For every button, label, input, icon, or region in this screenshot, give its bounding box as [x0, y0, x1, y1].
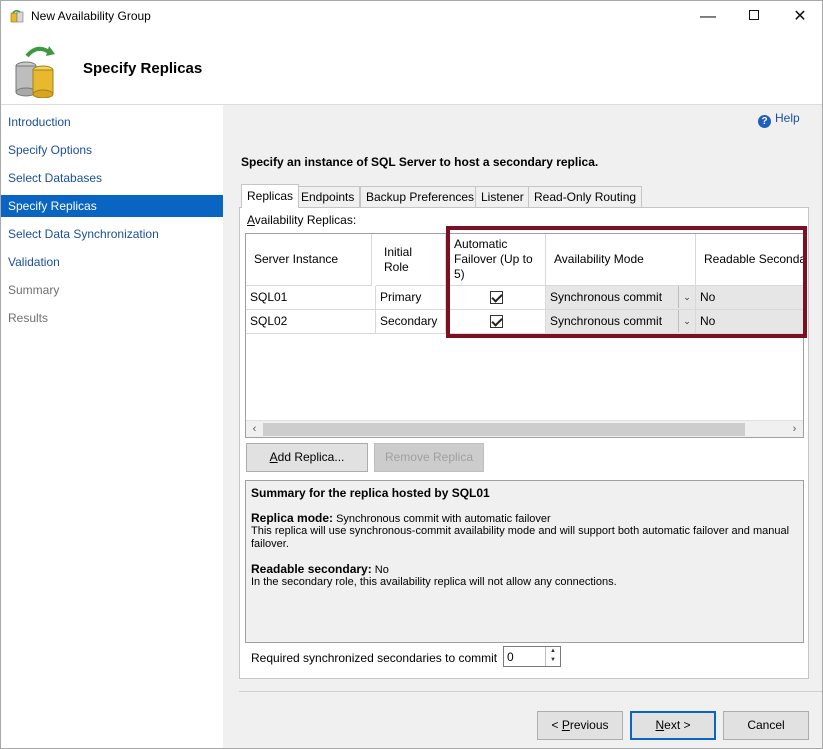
remove-replica-button: Remove Replica	[374, 443, 484, 472]
maximize-icon	[749, 10, 759, 21]
scroll-right-icon[interactable]: ›	[786, 421, 803, 437]
summary-title: Summary for the replica hosted by SQL01	[251, 486, 490, 500]
tab-listener[interactable]: Listener	[475, 186, 530, 207]
sidebar-item-validation[interactable]: Validation	[1, 251, 223, 273]
failover-checkbox[interactable]	[490, 291, 503, 304]
database-icon	[15, 46, 55, 98]
tab-replicas[interactable]: Replicas	[241, 184, 300, 208]
readable-secondary-line: Readable secondary: No	[251, 562, 389, 577]
cell-initial-role[interactable]: Secondary	[376, 310, 446, 334]
sidebar-item-results: Results	[8, 311, 49, 325]
readable-secondary-select[interactable]: No	[696, 310, 803, 334]
dialog-window: New Availability Group — ✕ Specify Repli…	[0, 0, 823, 749]
close-button[interactable]: ✕	[777, 1, 822, 32]
tab-endpoints[interactable]: Endpoints	[295, 186, 361, 207]
cell-initial-role[interactable]: Primary	[376, 286, 446, 310]
help-icon: ?	[758, 115, 771, 128]
minimize-button[interactable]: —	[685, 1, 731, 32]
title-bar[interactable]: New Availability Group — ✕	[1, 1, 822, 32]
cell-server-instance[interactable]: SQL01	[246, 286, 376, 310]
availability-mode-select[interactable]: Synchronous commit ⌄	[546, 310, 696, 334]
help-label: Help	[775, 111, 800, 125]
failover-checkbox[interactable]	[490, 315, 503, 328]
replica-mode-line: Replica mode: Synchronous commit with au…	[251, 511, 551, 526]
replica-mode-description: This replica will use synchronous-commit…	[251, 525, 790, 550]
sidebar-item-specify-replicas[interactable]: Specify Replicas	[1, 195, 223, 217]
sidebar-item-specify-options[interactable]: Specify Options	[1, 139, 223, 161]
previous-button[interactable]: < Previous	[537, 711, 623, 740]
stepper-buttons[interactable]: ▲ ▼	[545, 647, 560, 666]
chevron-down-icon[interactable]: ⌄	[678, 310, 695, 332]
next-button[interactable]: Next >	[630, 711, 716, 740]
replica-summary-panel: Summary for the replica hosted by SQL01 …	[245, 480, 804, 643]
add-replica-button[interactable]: Add Replica...	[246, 443, 368, 472]
replicas-grid[interactable]: Server Instance Initial Role Automatic F…	[245, 233, 804, 438]
maximize-button[interactable]	[731, 1, 777, 32]
scroll-left-icon[interactable]: ‹	[246, 421, 263, 437]
availability-mode-select[interactable]: Synchronous commit ⌄	[546, 286, 696, 310]
wizard-sidebar: Introduction Specify Options Select Data…	[1, 105, 223, 748]
cancel-button[interactable]: Cancel	[723, 711, 809, 740]
help-link[interactable]: ? Help	[758, 111, 800, 128]
header-initial-role[interactable]: Initial Role	[376, 234, 446, 286]
arrow-down-icon[interactable]: ▼	[546, 656, 560, 665]
sidebar-item-introduction[interactable]: Introduction	[1, 111, 223, 133]
page-title: Specify Replicas	[83, 60, 203, 77]
header-automatic-failover[interactable]: Automatic Failover (Up to 5)	[446, 234, 546, 286]
sidebar-item-select-databases[interactable]: Select Databases	[1, 167, 223, 189]
required-sync-value[interactable]: 0	[507, 650, 514, 664]
header-server-instance[interactable]: Server Instance	[246, 234, 372, 286]
availability-replicas-label: Availability Replicas:	[247, 213, 357, 227]
availability-mode-value: Synchronous commit	[550, 290, 663, 304]
horizontal-scrollbar[interactable]: ‹ ›	[246, 420, 803, 437]
window-title: New Availability Group	[31, 9, 151, 23]
cell-automatic-failover[interactable]	[446, 286, 546, 310]
sidebar-item-select-data-synchronization[interactable]: Select Data Synchronization	[1, 223, 223, 245]
app-icon	[10, 9, 24, 23]
chevron-down-icon[interactable]: ⌄	[678, 286, 695, 308]
required-sync-stepper[interactable]: 0 ▲ ▼	[503, 646, 561, 667]
tab-read-only-routing[interactable]: Read-Only Routing	[528, 186, 643, 207]
footer-separator	[239, 691, 822, 692]
availability-mode-value: Synchronous commit	[550, 314, 663, 328]
header-availability-mode[interactable]: Availability Mode	[546, 234, 696, 286]
header-readable-secondary[interactable]: Readable Secondar	[696, 234, 803, 286]
instruction-text: Specify an instance of SQL Server to hos…	[241, 155, 599, 169]
sidebar-item-summary: Summary	[8, 283, 60, 297]
readable-secondary-description: In the secondary role, this availability…	[251, 576, 617, 588]
readable-secondary-select[interactable]: No	[696, 286, 803, 310]
cell-automatic-failover[interactable]	[446, 310, 546, 334]
wizard-header: Specify Replicas	[1, 32, 822, 105]
tab-backup-preferences[interactable]: Backup Preferences	[360, 186, 481, 207]
scrollbar-thumb[interactable]	[263, 423, 745, 436]
required-sync-label: Required synchronized secondaries to com…	[251, 651, 498, 665]
arrow-up-icon[interactable]: ▲	[546, 647, 560, 656]
cell-server-instance[interactable]: SQL02	[246, 310, 376, 334]
